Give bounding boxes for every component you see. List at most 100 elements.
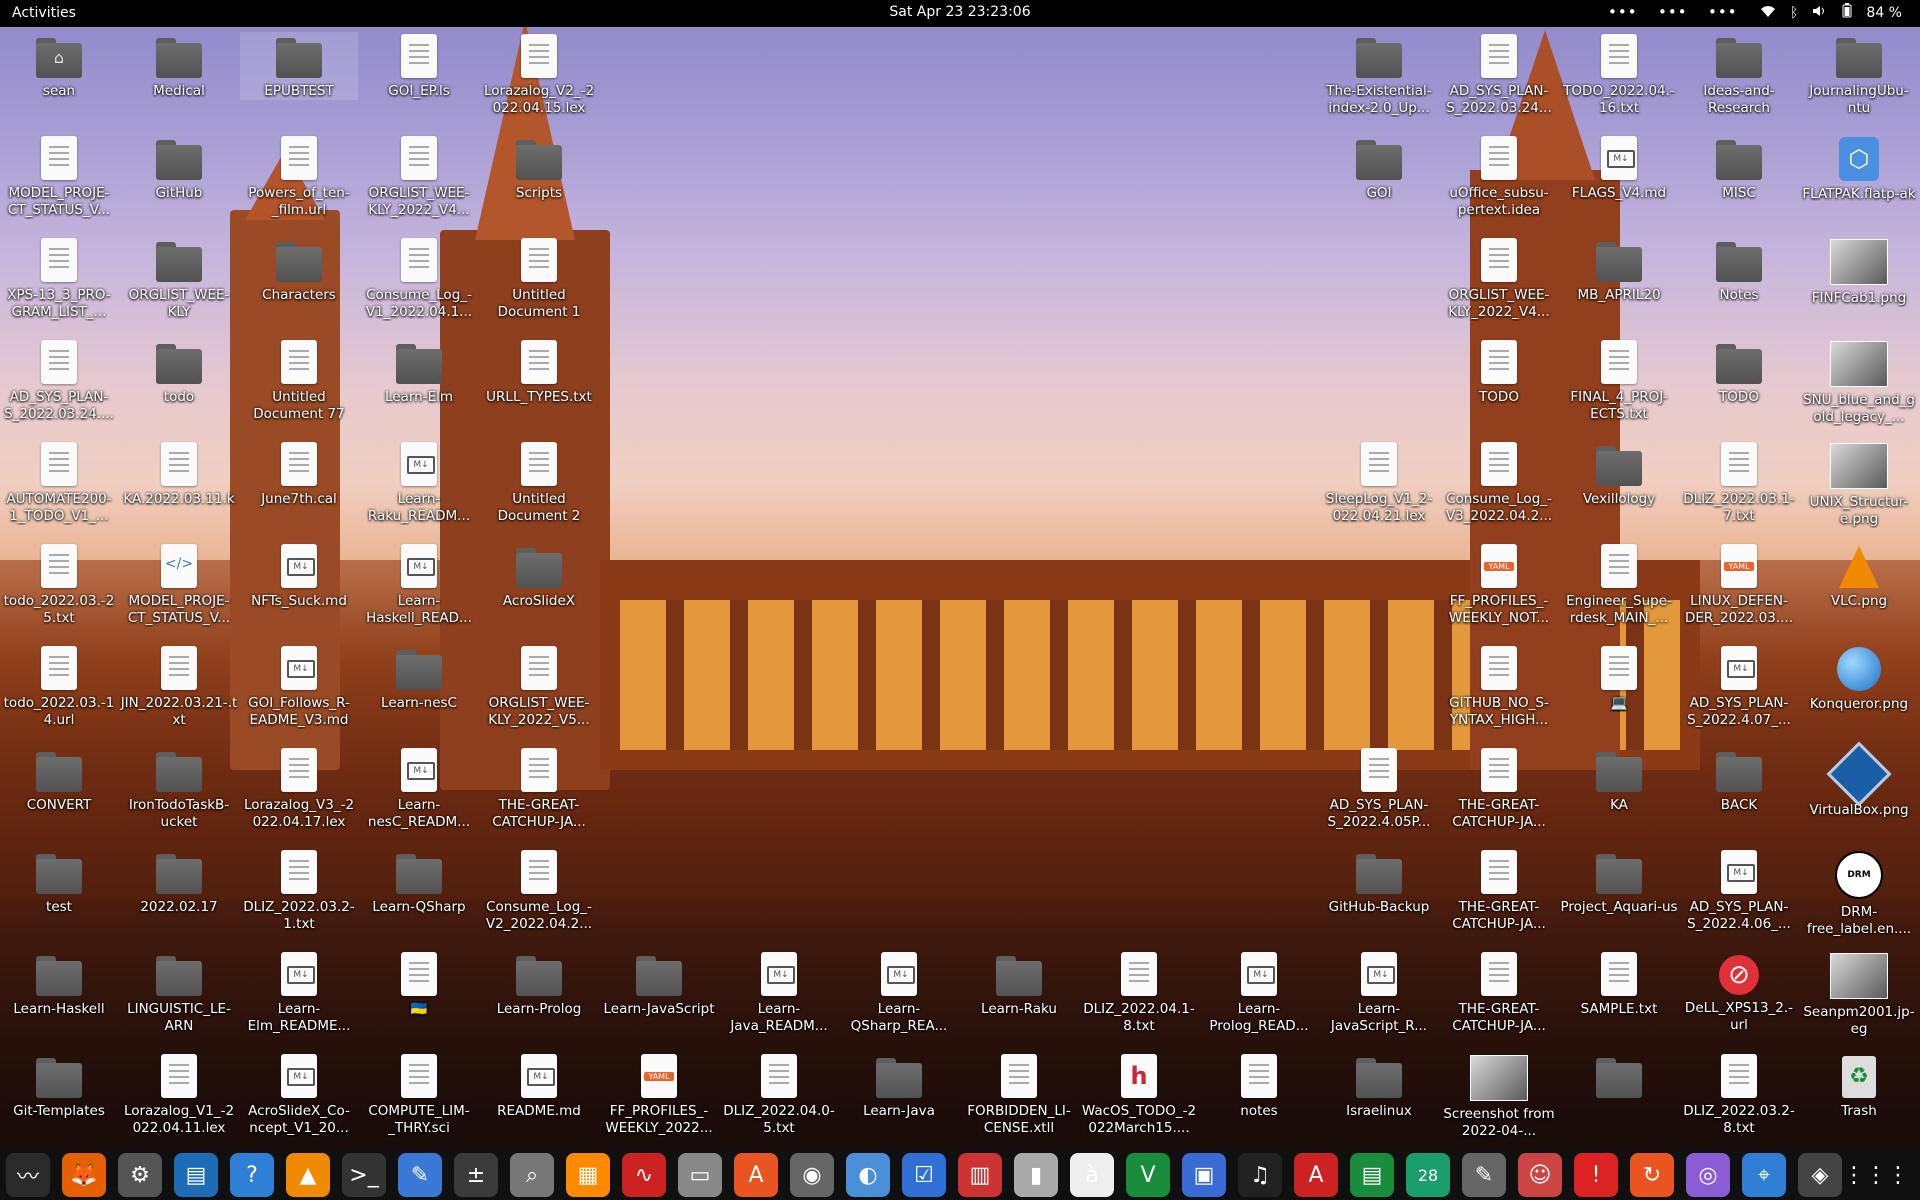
desktop-icon[interactable]: Learn-JavaScript	[600, 950, 718, 1018]
desktop-icon[interactable]: LINGUISTIC_LE-ARN	[120, 950, 238, 1035]
desktop-icon[interactable]: CONVERT	[0, 746, 118, 814]
desktop-icon[interactable]: Medical	[120, 32, 238, 100]
desktop-icon[interactable]: Untitled Document 77	[240, 338, 358, 423]
desktop-icon[interactable]: Consume_Log_-V3_2022.04.2...	[1440, 440, 1558, 525]
desktop-icon[interactable]: AD_SYS_PLAN-S_2022.03.24....	[0, 338, 118, 423]
desktop-icon[interactable]: GitHub	[120, 134, 238, 202]
dock-vlc-icon[interactable]: ▲	[286, 1153, 330, 1197]
desktop-icon[interactable]: M↓ NFTs_Suck.md	[240, 542, 358, 610]
overflow-indicator-1[interactable]: •••	[1608, 3, 1638, 21]
desktop-icon[interactable]: THE-GREAT-CATCHUP-JA...	[1440, 950, 1558, 1035]
desktop-icon[interactable]: DLIZ_2022.03.2-1.txt	[240, 848, 358, 933]
dock-system-monitor-icon[interactable]: 〰	[6, 1153, 50, 1197]
desktop-icon[interactable]: GOI_EP.ls	[360, 32, 478, 100]
dock-alert-icon[interactable]: !	[1574, 1153, 1618, 1197]
desktop-icon[interactable]: BACK	[1680, 746, 1798, 814]
dock-camera-icon[interactable]: ◎	[1686, 1153, 1730, 1197]
desktop-icon[interactable]: ⊘ DeLL_XPS13_2.-url	[1680, 950, 1798, 1034]
desktop-icon[interactable]: 💻	[1560, 644, 1678, 712]
desktop-icon[interactable]: Lorazalog_V1_-2022.04.11.lex	[120, 1052, 238, 1137]
desktop-icon[interactable]: FORBIDDEN_LI-CENSE.xtll	[960, 1052, 1078, 1137]
desktop-icon[interactable]: M↓ Learn-QSharp_REA...	[840, 950, 958, 1035]
desktop-icon[interactable]: Learn-Prolog	[480, 950, 598, 1018]
desktop-icon[interactable]: THE-GREAT-CATCHUP-JA...	[1440, 746, 1558, 831]
desktop-icon[interactable]: GOI	[1320, 134, 1438, 202]
desktop-icon[interactable]: TODO	[1440, 338, 1558, 406]
desktop-icon[interactable]: M↓ README.md	[480, 1052, 598, 1120]
desktop-icon[interactable]: Characters	[240, 236, 358, 304]
desktop-icon[interactable]: ♻ Trash	[1800, 1052, 1918, 1120]
dock-music-icon[interactable]: ♫	[1238, 1153, 1282, 1197]
desktop-icon[interactable]: M↓ AD_SYS_PLAN-S_2022.4.07_...	[1680, 644, 1798, 729]
desktop-icon[interactable]: EPUBTEST	[240, 32, 358, 100]
dock-files-icon[interactable]: ▭	[678, 1153, 722, 1197]
dock-calendar-num-icon[interactable]: 28	[1406, 1153, 1450, 1197]
desktop-icon[interactable]: JIN_2022.03.21-.txt	[120, 644, 238, 729]
desktop-icon[interactable]: Notes	[1680, 236, 1798, 304]
desktop-icon[interactable]: todo	[120, 338, 238, 406]
desktop-icon[interactable]: TODO	[1680, 338, 1798, 406]
desktop-icon[interactable]: MB_APRIL20	[1560, 236, 1678, 304]
desktop-icon[interactable]: M↓ Learn-Raku_READM...	[360, 440, 478, 525]
desktop-icon[interactable]: URLL_TYPES.txt	[480, 338, 598, 406]
desktop-icon[interactable]: notes	[1200, 1052, 1318, 1120]
desktop-icon[interactable]: THE-GREAT-CATCHUP-JA...	[480, 746, 598, 831]
desktop-icon[interactable]: SleepLog_V1_2-022.04.21.lex	[1320, 440, 1438, 525]
desktop-icon[interactable]: TODO_2022.04.-16.txt	[1560, 32, 1678, 117]
desktop-icon[interactable]: todo_2022.03.-14.url	[0, 644, 118, 729]
dock-settings-icon[interactable]: ⚙	[118, 1153, 162, 1197]
dock-game-icon[interactable]: ☺	[1518, 1153, 1562, 1197]
desktop-icon[interactable]: 🇺🇦	[360, 950, 478, 1018]
dock-vim-icon[interactable]: V	[1126, 1153, 1170, 1197]
desktop-icon[interactable]: Untitled Document 2	[480, 440, 598, 525]
desktop-icon[interactable]: ORGLIST_WEE-KLY_2022_V4...	[360, 134, 478, 219]
desktop-icon[interactable]: FINFCab1.png	[1800, 236, 1918, 307]
desktop-icon[interactable]: SNU_blue_and_gold_legacy_...	[1800, 338, 1918, 426]
dock-apps-grid-icon[interactable]: ⋮⋮⋮	[1843, 1153, 1909, 1197]
desktop-icon[interactable]: Vexillology	[1560, 440, 1678, 508]
desktop-icon[interactable]: AD_SYS_PLAN-S_2022.4.05P...	[1320, 746, 1438, 831]
desktop-icon[interactable]: Learn-Java	[840, 1052, 958, 1120]
desktop-icon[interactable]: M↓ Learn-JavaScript_R...	[1320, 950, 1438, 1035]
desktop-icon[interactable]: Ideas-and-Research	[1680, 32, 1798, 117]
desktop-icon[interactable]: DLIZ_2022.04.1-8.txt	[1080, 950, 1198, 1035]
desktop-icon[interactable]: AD_SYS_PLAN-S_2022.03.24...	[1440, 32, 1558, 117]
desktop-icon[interactable]: SAMPLE.txt	[1560, 950, 1678, 1018]
desktop-icon[interactable]	[1560, 1052, 1678, 1103]
desktop-icon[interactable]: Seanpm2001.jp-eg	[1800, 950, 1918, 1038]
dock-calendar-icon[interactable]: ▥	[958, 1153, 1002, 1197]
desktop-icon[interactable]: DLIZ_2022.04.0-5.txt	[720, 1052, 838, 1137]
desktop-icon[interactable]: Lorazalog_V2_-2022.04.15.lex	[480, 32, 598, 117]
desktop-icon[interactable]: UNIX_Structur-e.png	[1800, 440, 1918, 528]
desktop-icon[interactable]: test	[0, 848, 118, 916]
overflow-indicator-3[interactable]: •••	[1708, 3, 1738, 21]
dock-disks-icon[interactable]: ◉	[790, 1153, 834, 1197]
desktop-icon[interactable]: M↓ Learn-Haskell_READ...	[360, 542, 478, 627]
dock-fonts-icon[interactable]: à	[1070, 1153, 1114, 1197]
desktop-icon[interactable]: GITHUB_NO_S-YNTAX_HIGH...	[1440, 644, 1558, 729]
dock-stats-icon[interactable]: ∿	[622, 1153, 666, 1197]
desktop-icon[interactable]: M↓ Learn-Prolog_READ...	[1200, 950, 1318, 1035]
desktop-icon[interactable]: GitHub-Backup	[1320, 848, 1438, 916]
desktop-icon[interactable]: M↓ AD_SYS_PLAN-S_2022.4.06_...	[1680, 848, 1798, 933]
dock-calculator-icon[interactable]: ±	[454, 1153, 498, 1197]
desktop-icon[interactable]: Screenshot from 2022-04-...	[1440, 1052, 1558, 1140]
dock-remote-icon[interactable]: ▣	[1182, 1153, 1226, 1197]
desktop-icon[interactable]: DRM DRM-free_label.en....	[1800, 848, 1918, 938]
dock-libreoffice-icon[interactable]: ▤	[174, 1153, 218, 1197]
overflow-indicator-2[interactable]: •••	[1658, 3, 1688, 21]
desktop-icon[interactable]: Consume_Log_-V2_2022.04.2...	[480, 848, 598, 933]
desktop-icon[interactable]: Lorazalog_V3_-2022.04.17.lex	[240, 746, 358, 831]
dock-terminal-icon[interactable]: >_	[342, 1153, 386, 1197]
desktop-icon[interactable]: Engineer_Supe-rdesk_MAIN_...	[1560, 542, 1678, 627]
desktop-icon[interactable]: todo_2022.03.-25.txt	[0, 542, 118, 627]
desktop-icon[interactable]: KA.2022.03.11.k	[120, 440, 238, 508]
desktop-icon[interactable]: Learn-nesC	[360, 644, 478, 712]
desktop-icon[interactable]: Powers_of_ten-_film.url	[240, 134, 358, 219]
desktop-icon[interactable]: ⌂ sean	[0, 32, 118, 100]
desktop-icon[interactable]: XPS-13_3_PRO-GRAM_LIST_...	[0, 236, 118, 321]
activities-button[interactable]: Activities	[12, 5, 76, 21]
desktop-icon[interactable]: ORGLIST_WEE-KLY	[120, 236, 238, 321]
desktop-icon[interactable]: Learn-Raku	[960, 950, 1078, 1018]
desktop-icon[interactable]: DLIZ_2022.03.1-7.txt	[1680, 440, 1798, 525]
